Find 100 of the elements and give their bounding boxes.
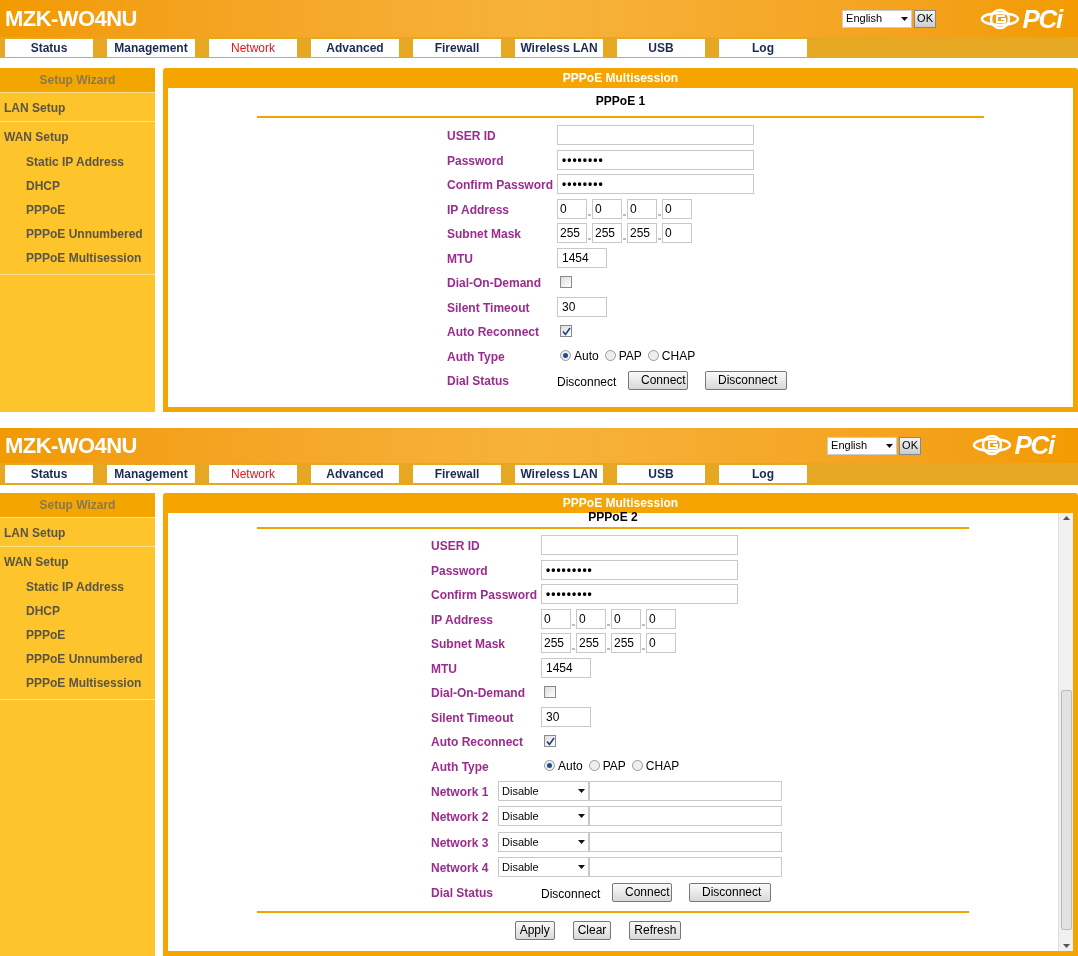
password-field[interactable]: ••••••••• (541, 584, 738, 605)
ip-octet-field[interactable]: 0 (627, 198, 657, 219)
nav-tab[interactable]: Management (107, 465, 195, 483)
language-dropdown[interactable]: English (827, 436, 898, 455)
nav-tab[interactable]: USB (617, 38, 705, 57)
sidebar-item[interactable]: LAN Setup (4, 526, 66, 540)
network-dropdown[interactable]: Disable (498, 806, 589, 827)
ip-octet-field[interactable]: 0 (576, 608, 606, 629)
language-dropdown[interactable]: English (842, 9, 913, 28)
device-title: MZK-WO4NU (5, 432, 137, 460)
network-dropdown[interactable]: Disable (498, 780, 589, 801)
field-label: Confirm Password (447, 178, 554, 193)
field-label: Dial Status (447, 374, 509, 389)
nav-tab[interactable]: Firewall (413, 38, 501, 57)
radio-button[interactable] (544, 760, 555, 772)
nav-tab[interactable]: Wireless LAN (515, 38, 603, 57)
dropdown-caret-icon (901, 16, 909, 21)
sidebar-subitem[interactable]: PPPoE Unnumbered (26, 226, 146, 242)
nav-tab[interactable]: Management (107, 38, 195, 57)
sidebar-subitem[interactable]: PPPoE Unnumbered (26, 651, 146, 667)
nav-tab[interactable]: Wireless LAN (515, 465, 603, 483)
nav-tab[interactable]: USB (617, 465, 705, 483)
scroll-down-icon[interactable] (1062, 944, 1070, 948)
ip-octet-field[interactable]: 255 (627, 223, 657, 244)
ip-octet-field[interactable]: 255 (541, 633, 571, 654)
field-label: Auto Reconnect (431, 735, 523, 750)
checkbox[interactable] (560, 276, 572, 289)
network-address-field[interactable] (589, 857, 782, 878)
nav-tab[interactable]: Log (719, 38, 807, 57)
ok-button[interactable]: OK (914, 9, 936, 28)
radio-button[interactable] (604, 350, 616, 362)
sidebar-item[interactable]: WAN Setup (4, 555, 69, 569)
ip-octet-field[interactable]: 0 (646, 608, 676, 629)
sidebar-subitem[interactable]: Static IP Address (26, 579, 146, 595)
text-field[interactable] (557, 125, 754, 146)
field-label: USER ID (431, 539, 480, 554)
connect-button[interactable]: Connect (628, 370, 688, 390)
field-label: Silent Timeout (447, 300, 530, 315)
disconnect-button[interactable]: Disconnect (705, 370, 787, 390)
ip-octet-field[interactable]: 255 (576, 633, 606, 654)
nav-tab[interactable]: Log (719, 465, 807, 483)
password-field[interactable]: •••••••• (557, 174, 754, 195)
field-label: Network 3 (431, 835, 489, 850)
network-dropdown[interactable]: Disable (498, 831, 589, 852)
text-field[interactable] (541, 535, 738, 556)
ip-octet-field[interactable]: 255 (592, 223, 622, 244)
action-button[interactable]: Clear (572, 920, 612, 940)
action-button[interactable]: Refresh (629, 920, 682, 940)
ip-octet-field[interactable]: 0 (662, 198, 692, 219)
connect-button[interactable]: Connect (612, 882, 672, 902)
ip-octet-field[interactable]: 0 (541, 608, 571, 629)
dropdown-caret-icon (578, 865, 585, 870)
network-dropdown[interactable]: Disable (498, 857, 589, 878)
sidebar-item[interactable]: WAN Setup (4, 130, 69, 144)
action-button[interactable]: Apply (514, 920, 555, 940)
radio-button[interactable] (560, 350, 571, 362)
ip-octet-field[interactable]: 255 (611, 633, 641, 654)
text-field[interactable]: 1454 (541, 657, 591, 678)
network-address-field[interactable] (589, 831, 782, 852)
sidebar-subitem[interactable]: PPPoE (26, 627, 146, 643)
scroll-up-icon[interactable] (1062, 516, 1070, 520)
password-field[interactable]: ••••••••• (541, 559, 738, 580)
radio-button[interactable] (647, 350, 659, 362)
sidebar-subitem[interactable]: PPPoE Multisession (26, 250, 146, 266)
radio-button[interactable] (588, 760, 600, 772)
checkbox[interactable] (560, 325, 572, 338)
network-address-field[interactable] (589, 780, 782, 801)
sidebar-subitem[interactable]: DHCP (26, 603, 146, 619)
ip-octet-field[interactable]: 0 (592, 198, 622, 219)
nav-tab[interactable]: Advanced (311, 38, 399, 57)
ip-octet-field[interactable]: 0 (611, 608, 641, 629)
sidebar-subitem[interactable]: DHCP (26, 178, 146, 194)
checkbox[interactable] (544, 735, 556, 748)
ip-octet-field[interactable]: 0 (557, 198, 587, 219)
network-address-field[interactable] (589, 806, 782, 827)
checkbox[interactable] (544, 686, 556, 699)
section-title: PPPoE 2 (588, 509, 638, 525)
nav-tab[interactable]: Firewall (413, 465, 501, 483)
ok-button[interactable]: OK (899, 436, 921, 455)
sidebar-subitem[interactable]: PPPoE (26, 202, 146, 218)
radio-label: CHAP (661, 347, 696, 365)
scrollbar[interactable] (1058, 513, 1073, 951)
ip-octet-field[interactable]: 0 (646, 633, 676, 654)
sidebar-item[interactable]: LAN Setup (4, 101, 66, 115)
text-field[interactable]: 30 (557, 296, 607, 317)
text-field[interactable]: 1454 (557, 247, 607, 268)
sidebar-subitem[interactable]: Static IP Address (26, 154, 146, 170)
nav-tab[interactable]: Network (209, 465, 297, 483)
ip-octet-field[interactable]: 0 (662, 223, 692, 244)
field-label: Subnet Mask (431, 637, 505, 652)
ip-octet-field[interactable]: 255 (557, 223, 587, 244)
nav-tab[interactable]: Status (5, 38, 93, 57)
disconnect-button[interactable]: Disconnect (689, 882, 771, 902)
nav-tab[interactable]: Advanced (311, 465, 399, 483)
nav-tab[interactable]: Network (209, 38, 297, 57)
radio-button[interactable] (631, 760, 643, 772)
text-field[interactable]: 30 (541, 706, 591, 727)
sidebar-subitem[interactable]: PPPoE Multisession (26, 675, 146, 691)
nav-tab[interactable]: Status (5, 465, 93, 483)
password-field[interactable]: •••••••• (557, 149, 754, 170)
